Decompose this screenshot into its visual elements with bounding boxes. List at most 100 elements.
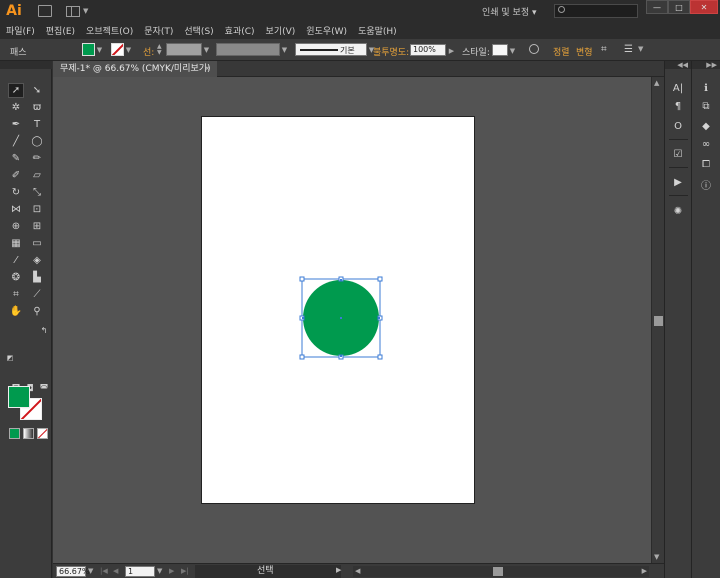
gradient-tool-icon[interactable]: ▭ — [29, 236, 45, 251]
horizontal-scroll-thumb[interactable] — [493, 567, 503, 576]
menu-object[interactable]: 오브젝트(O) — [86, 24, 133, 37]
stroke-weight-stepper[interactable]: ▲ ▼ — [157, 44, 162, 56]
character-panel-icon[interactable]: A| — [670, 81, 686, 95]
stroke-dropdown-arrow[interactable]: ▼ — [124, 43, 133, 56]
eraser-tool-icon[interactable]: ▱ — [29, 168, 45, 183]
transform-button[interactable]: 변형 — [576, 45, 593, 58]
scale-tool-icon[interactable]: ⤡ — [29, 185, 45, 200]
chevron-down-icon[interactable]: ▼ — [83, 7, 88, 15]
search-input[interactable] — [554, 4, 638, 18]
canvas-area[interactable] — [53, 77, 651, 563]
document-info-panel-icon[interactable]: ⓘ — [698, 177, 714, 192]
paragraph-panel-icon[interactable]: ¶ — [670, 99, 686, 113]
menu-file[interactable]: 파일(F) — [6, 24, 35, 37]
paintbrush-tool-icon[interactable]: ✎ — [8, 151, 24, 166]
symbol-sprayer-tool-icon[interactable]: ❂ — [8, 270, 24, 285]
width-tool-icon[interactable]: ⋈ — [8, 202, 24, 217]
last-artboard-icon[interactable]: ▶| — [181, 567, 189, 575]
pencil-tool-icon[interactable]: ✏ — [29, 151, 45, 166]
rotate-tool-icon[interactable]: ↻ — [8, 185, 24, 200]
zoom-level-input[interactable]: 66.67% — [56, 566, 90, 577]
status-text[interactable]: 선택 — [195, 565, 341, 578]
artboard-number-input[interactable]: 1 — [125, 566, 155, 577]
minimize-button[interactable]: — — [646, 0, 668, 14]
arrange-documents-icon[interactable] — [66, 5, 80, 17]
menu-type[interactable]: 문자(T) — [144, 24, 173, 37]
links-panel-icon[interactable]: ∞ — [698, 137, 714, 151]
free-transform-tool-icon[interactable]: ⊡ — [29, 202, 45, 217]
actions-panel-icon[interactable]: ▶ — [670, 175, 686, 189]
gradient-mode-icon[interactable] — [23, 428, 34, 439]
default-fill-stroke-icon[interactable]: ◩ — [2, 350, 18, 365]
status-menu-icon[interactable]: ▶ — [336, 566, 341, 574]
layers-panel-icon[interactable]: ◆ — [698, 119, 714, 133]
close-tab-icon[interactable]: × — [203, 61, 211, 77]
chevron-down-icon[interactable]: ▼ — [280, 43, 289, 56]
fill-color-swatch[interactable] — [82, 43, 95, 56]
chevron-down-icon[interactable]: ▼ — [508, 44, 517, 57]
close-button[interactable]: ✕ — [690, 0, 718, 14]
collapse-dock-icon[interactable]: ◀◀ — [665, 61, 691, 69]
navigator-panel-icon[interactable]: ⧉ — [698, 99, 714, 113]
artboard[interactable] — [201, 116, 475, 504]
horizontal-scrollbar[interactable]: ◀ ▶ — [353, 566, 649, 577]
handle-bottom-left[interactable] — [299, 354, 305, 360]
swap-fill-stroke-icon[interactable]: ↰ — [36, 323, 52, 338]
align-button[interactable]: 정렬 — [553, 45, 570, 58]
scroll-up-icon[interactable]: ▲ — [654, 79, 659, 87]
perspective-grid-tool-icon[interactable]: ⊞ — [29, 219, 45, 234]
scroll-down-icon[interactable]: ▼ — [654, 553, 659, 561]
bridge-icon[interactable] — [38, 5, 52, 17]
menu-view[interactable]: 보기(V) — [266, 24, 296, 37]
lasso-tool-icon[interactable]: ϖ — [29, 100, 45, 115]
menu-window[interactable]: 윈도우(W) — [306, 24, 347, 37]
color-mode-icon[interactable] — [9, 428, 20, 439]
scroll-right-icon[interactable]: ▶ — [642, 567, 647, 575]
variable-width-profile[interactable] — [216, 43, 280, 56]
recolor-artwork-icon[interactable] — [529, 44, 539, 54]
type-tool-icon[interactable]: T — [29, 117, 45, 132]
chevron-down-icon[interactable]: ▼ — [157, 567, 162, 575]
slice-tool-icon[interactable]: ⟋ — [29, 287, 45, 302]
panel-grip[interactable] — [0, 61, 52, 69]
direct-selection-tool-icon[interactable]: ➘ — [29, 83, 45, 98]
info-panel-icon[interactable]: ℹ — [698, 81, 714, 95]
menu-edit[interactable]: 편집(E) — [46, 24, 75, 37]
blend-tool-icon[interactable]: ◈ — [29, 253, 45, 268]
opentype-panel-icon[interactable]: O — [670, 119, 686, 133]
chevron-down-icon[interactable]: ▼ — [638, 45, 643, 53]
workspace-switcher[interactable]: 인쇄 및 보정 ▾ — [482, 5, 537, 18]
tasks-panel-icon[interactable]: ☑ — [670, 147, 686, 161]
next-artboard-icon[interactable]: ▶ — [169, 567, 174, 575]
draw-inside-icon[interactable]: ◚ — [36, 381, 52, 396]
line-tool-icon[interactable]: ╱ — [8, 134, 24, 149]
panel-options-icon[interactable]: ☰ — [624, 44, 633, 55]
mesh-tool-icon[interactable]: ▦ — [8, 236, 24, 251]
fill-dropdown-arrow[interactable]: ▼ — [95, 43, 104, 56]
zoom-tool-icon[interactable]: ⚲ — [29, 304, 45, 319]
collapse-dock-icon[interactable]: ▶▶ — [692, 61, 720, 69]
first-artboard-icon[interactable]: |◀ — [100, 567, 108, 575]
chevron-down-icon[interactable]: ▶ — [447, 44, 456, 57]
handle-top-left[interactable] — [299, 276, 305, 282]
handle-bottom-right[interactable] — [377, 354, 383, 360]
appearance-panel-icon[interactable]: ✺ — [670, 204, 686, 218]
hand-tool-icon[interactable]: ✋ — [8, 304, 24, 319]
stroke-weight-input[interactable] — [166, 43, 202, 56]
vertical-scroll-thumb[interactable] — [654, 316, 663, 326]
column-graph-tool-icon[interactable]: ▙ — [29, 270, 45, 285]
previous-artboard-icon[interactable]: ◀ — [113, 567, 118, 575]
eyedropper-tool-icon[interactable]: ⁄ — [8, 253, 24, 268]
selection-tool-icon[interactable]: ➚ — [8, 83, 24, 98]
opacity-label[interactable]: 불투명도: — [373, 45, 409, 58]
shape-builder-tool-icon[interactable]: ⊕ — [8, 219, 24, 234]
scroll-left-icon[interactable]: ◀ — [355, 567, 360, 575]
stroke-color-swatch[interactable] — [111, 43, 124, 56]
graphic-style-swatch[interactable] — [492, 44, 508, 56]
magic-wand-tool-icon[interactable]: ✲ — [8, 100, 24, 115]
fill-swatch[interactable] — [8, 386, 30, 408]
opacity-input[interactable]: 100% — [410, 44, 446, 56]
document-tab[interactable]: 무제-1* @ 66.67% (CMYK/미리보기) × — [53, 61, 217, 77]
menu-help[interactable]: 도움말(H) — [358, 24, 397, 37]
vertical-scrollbar[interactable]: ▲ ▼ — [651, 77, 664, 563]
